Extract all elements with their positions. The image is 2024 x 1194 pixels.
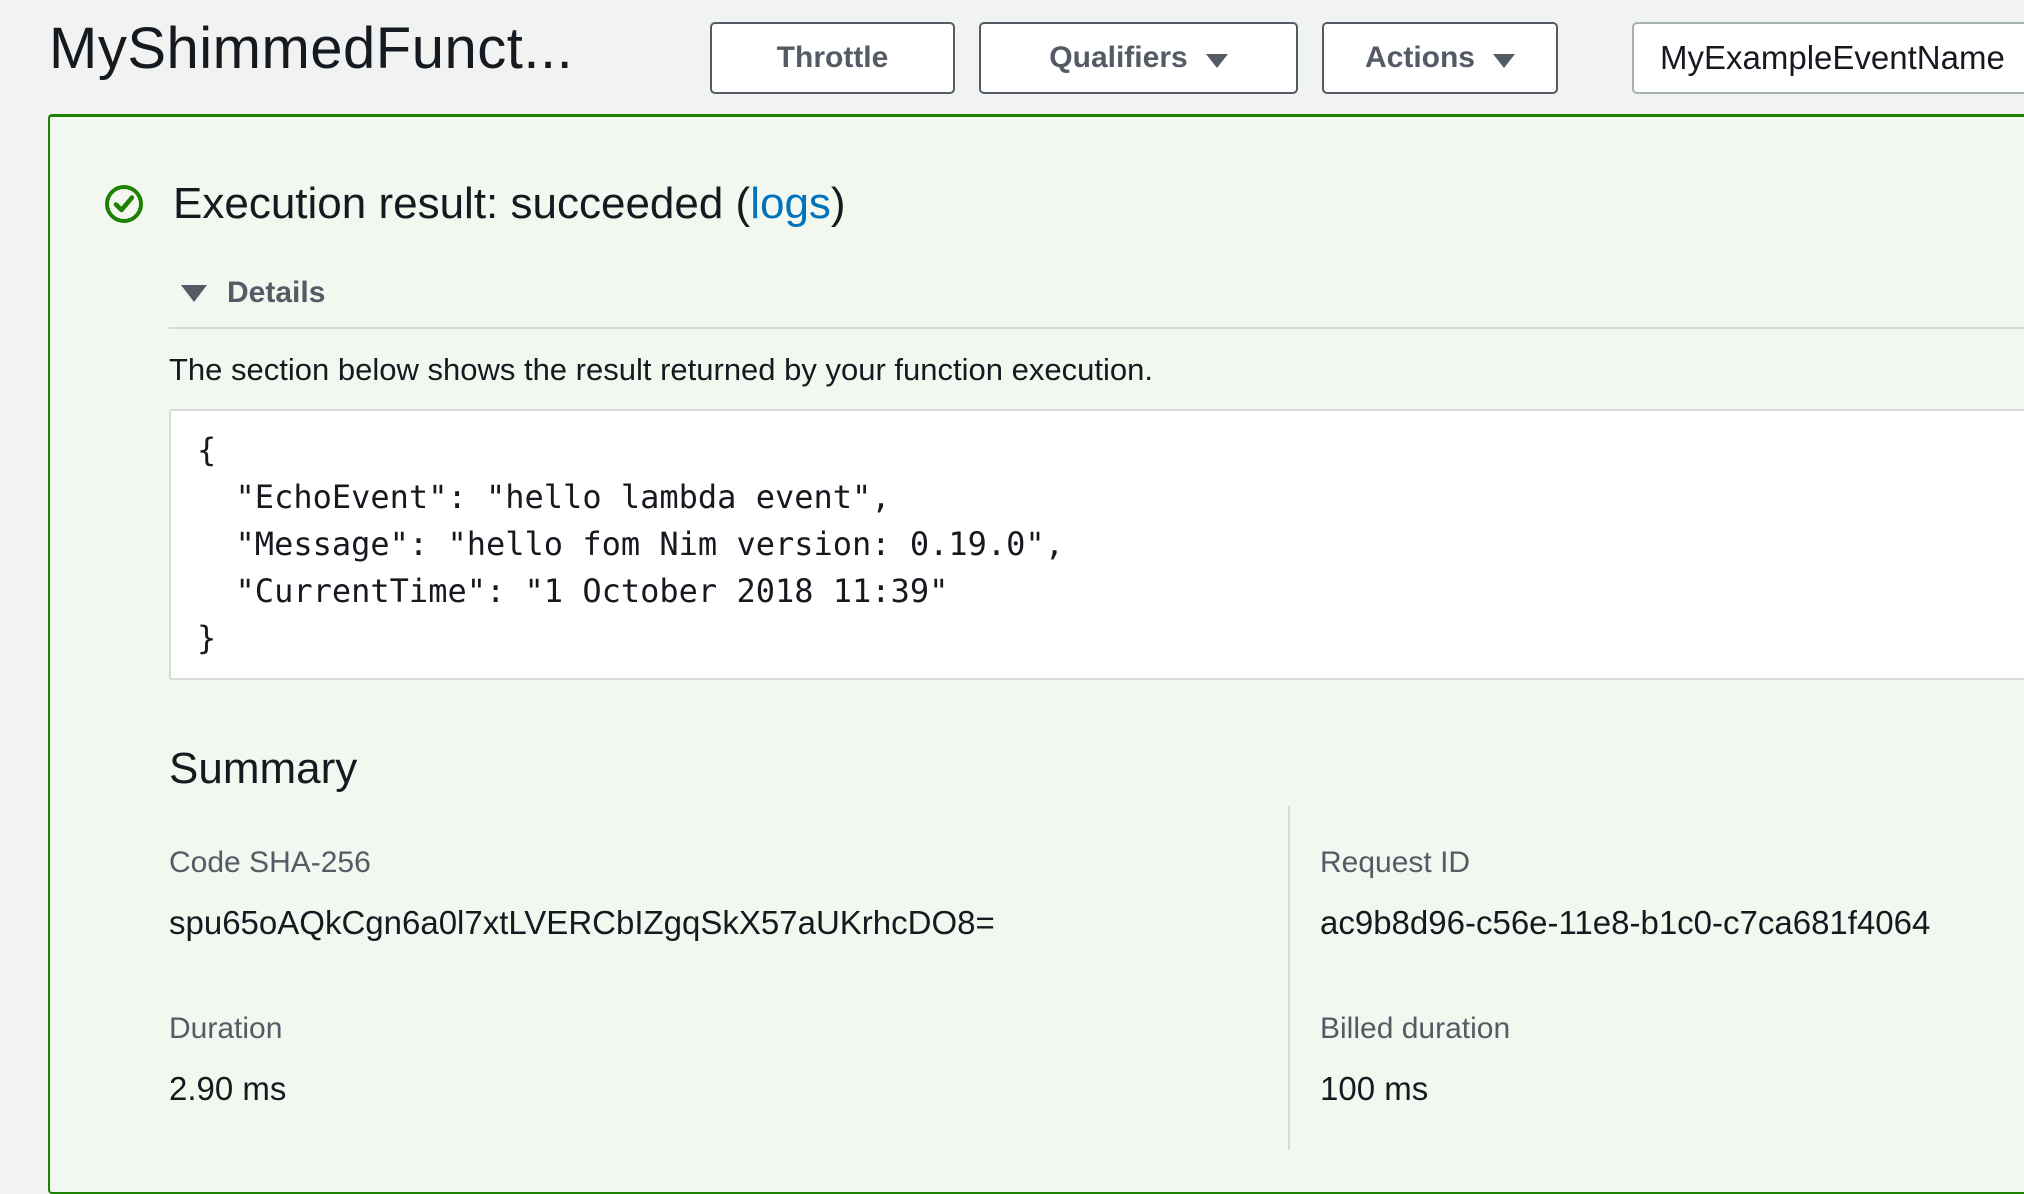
field-label: Code SHA-256: [169, 844, 1288, 882]
logs-link[interactable]: logs: [750, 179, 831, 228]
details-toggle[interactable]: Details: [181, 275, 2024, 311]
actions-button[interactable]: Actions: [1322, 22, 1558, 94]
result-description: The section below shows the result retur…: [169, 349, 2024, 391]
summary-field-request-id: Request ID ac9b8d96-c56e-11e8-b1c0-c7ca6…: [1288, 806, 1928, 984]
field-label: Request ID: [1320, 844, 1928, 882]
result-code-box: { "EchoEvent": "hello lambda event", "Me…: [169, 409, 2024, 680]
field-label: Billed duration: [1320, 1010, 1928, 1048]
field-value: ac9b8d96-c56e-11e8-b1c0-c7ca681f4064: [1320, 902, 1928, 944]
qualifiers-button-label: Qualifiers: [1049, 41, 1187, 75]
qualifiers-button[interactable]: Qualifiers: [979, 22, 1298, 94]
field-label: Duration: [169, 1010, 1288, 1048]
triangle-down-icon: [181, 285, 207, 302]
execution-status-title: Execution result: succeeded (logs): [173, 177, 846, 231]
test-event-select-value: MyExampleEventName: [1660, 39, 2005, 77]
result-json-output: { "EchoEvent": "hello lambda event", "Me…: [197, 427, 2018, 662]
throttle-button-label: Throttle: [777, 41, 889, 75]
summary-heading: Summary: [169, 742, 2024, 796]
check-circle-icon: [103, 183, 145, 230]
test-event-select[interactable]: MyExampleEventName: [1632, 22, 2024, 94]
summary-field-duration: Duration 2.90 ms: [169, 984, 1288, 1150]
summary-grid: Code SHA-256 spu65oAQkCgn6a0l7xtLVERCbIZ…: [169, 806, 2024, 1150]
field-value: spu65oAQkCgn6a0l7xtLVERCbIZgqSkX57aUKrhc…: [169, 902, 1288, 944]
status-text: Execution result: succeeded (: [173, 179, 750, 228]
summary-field-billed-duration: Billed duration 100 ms: [1288, 984, 1928, 1150]
status-row: Execution result: succeeded (logs): [103, 177, 2024, 231]
execution-result-panel: Execution result: succeeded (logs) Detai…: [48, 114, 2024, 1194]
throttle-button[interactable]: Throttle: [710, 22, 955, 94]
caret-down-icon: [1206, 54, 1228, 68]
actions-button-label: Actions: [1365, 41, 1475, 75]
details-toggle-label: Details: [227, 275, 325, 311]
function-name-title: MyShimmedFunct...: [49, 16, 573, 82]
status-text-suffix: ): [831, 179, 846, 228]
summary-field-code-sha: Code SHA-256 spu65oAQkCgn6a0l7xtLVERCbIZ…: [169, 806, 1288, 984]
header-bar: MyShimmedFunct... Throttle Qualifiers Ac…: [0, 0, 2024, 114]
caret-down-icon: [1493, 54, 1515, 68]
details-separator: [169, 327, 2024, 329]
